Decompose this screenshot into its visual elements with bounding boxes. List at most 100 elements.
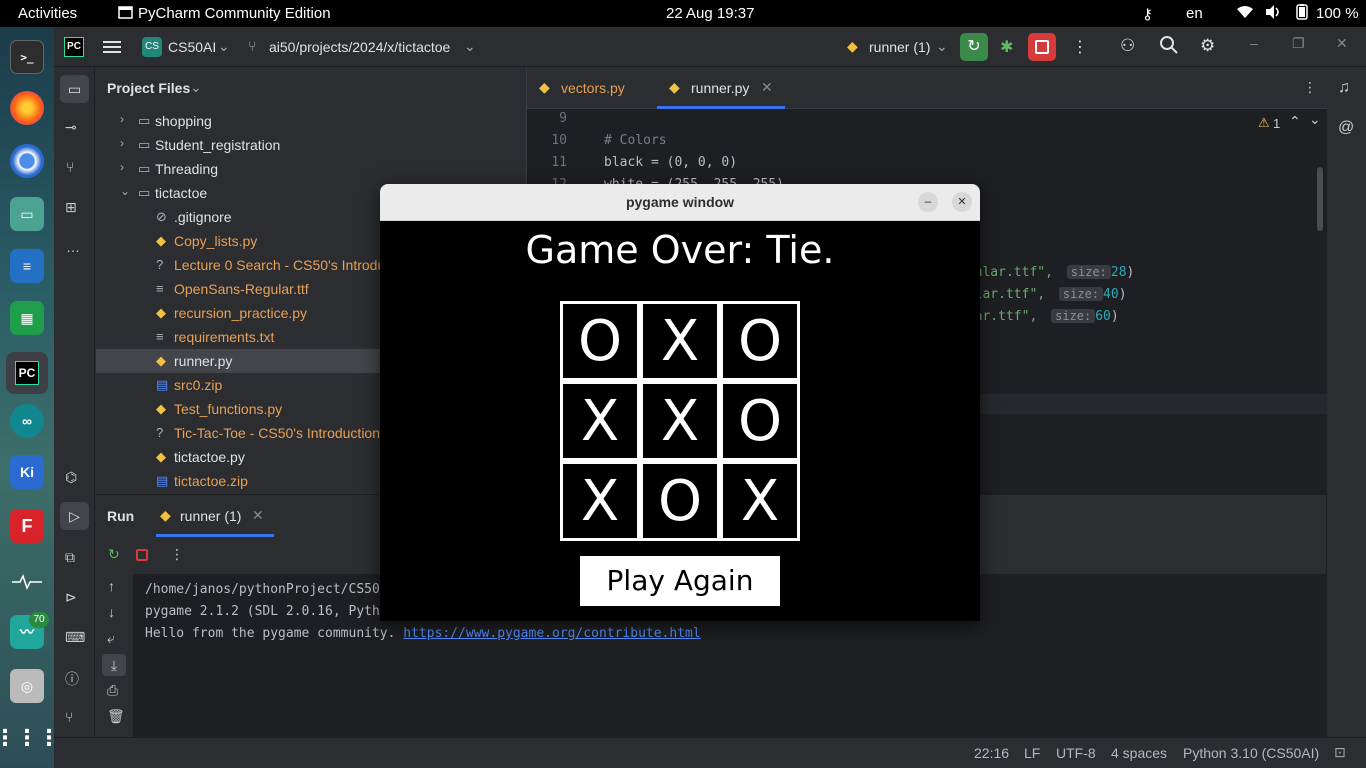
chevron-down-icon[interactable]: ⌄ [218,38,230,55]
tree-item[interactable]: › ▭ Student_registration [96,133,526,157]
scroll-to-end-icon[interactable]: ⤓ [102,654,126,676]
warning-icon[interactable]: ⚠ [1258,115,1270,131]
notifications-bell-icon[interactable]: ♫ [1338,79,1350,97]
freecad-icon[interactable]: F [10,509,44,543]
play-again-button[interactable]: Play Again [580,556,780,606]
trash-icon[interactable]: 🗑 [107,708,125,725]
board-cell[interactable]: X [640,301,720,381]
chevron-up-icon[interactable]: ⌃ [1289,113,1301,130]
firefox-icon[interactable] [10,91,44,125]
chevron-down-icon[interactable]: ⌄ [464,38,476,55]
battery-icon[interactable] [1292,4,1312,24]
disks-icon[interactable]: ◎ [10,669,44,703]
pull-requests-icon[interactable]: ⑂ [66,159,74,175]
tab-runner[interactable]: ◆ runner.py ✕ [657,67,785,109]
project-files-selector[interactable]: Project Files [107,80,190,96]
soft-wrap-icon[interactable]: ⤶ [107,630,115,647]
chevron-right-icon[interactable]: › [120,136,124,150]
chevron-down-icon[interactable]: ⌄ [1309,111,1321,128]
tree-item[interactable]: › ▭ shopping [96,109,526,133]
stop-icon[interactable] [136,549,148,561]
terminal-tool-icon[interactable]: ⌨ [65,629,85,646]
chevron-down-icon[interactable]: ⌄ [936,38,948,55]
minimize-icon[interactable]: – [918,192,938,212]
settings-gear-icon[interactable]: ⚙ [1200,36,1215,56]
add-user-icon[interactable]: ⚇ [1120,36,1135,56]
maximize-icon[interactable]: ❐ [1292,35,1305,52]
close-icon[interactable]: ✕ [252,507,264,524]
lock-icon[interactable]: ⊡ [1334,744,1346,761]
chevron-down-icon[interactable]: ⌄ [120,184,130,198]
arrow-up-icon[interactable]: ↑ [108,578,115,594]
tab-close-icon[interactable]: ✕ [761,79,773,96]
project-selector[interactable]: CS50AI [168,39,216,55]
tab-vectors[interactable]: ◆ vectors.py [539,67,657,109]
tab-options-icon[interactable]: ⋮ [1303,79,1317,96]
run-tool-icon[interactable]: ▷ [60,502,89,530]
terminal-icon[interactable]: >_ [10,40,44,74]
board-cell[interactable]: X [640,381,720,461]
contribute-link[interactable]: https://www.pygame.org/contribute.html [403,626,700,641]
editor-scrollbar[interactable] [1317,167,1323,231]
show-apps-icon[interactable]: ⋮⋮⋮ [0,721,60,755]
board-cell[interactable]: X [560,461,640,541]
services-icon[interactable]: ⊳ [65,589,77,606]
board-cell[interactable]: O [640,461,720,541]
board-cell[interactable]: O [560,301,640,381]
board-cell[interactable]: X [720,461,800,541]
problems-icon[interactable]: ⓘ [65,669,79,689]
line-separator[interactable]: LF [1024,745,1040,761]
vcs-path[interactable]: ai50/projects/2024/x/tictactoe [269,39,450,55]
project-folder-icon[interactable]: ▭ [60,75,89,103]
kicad-icon[interactable]: Ki [10,455,44,489]
board-cell[interactable]: O [720,301,800,381]
print-icon[interactable]: ⎙ [107,682,118,699]
python-interpreter[interactable]: Python 3.10 (CS50AI) [1183,745,1319,761]
activities-button[interactable]: Activities [18,5,77,22]
git-icon[interactable]: ⑂ [65,709,73,725]
tree-item[interactable]: › ▭ Threading [96,157,526,181]
python-packages-icon[interactable]: ⧉ [65,549,75,566]
accessibility-icon[interactable]: ⚷ [1142,5,1153,23]
chevron-right-icon[interactable]: › [120,112,124,126]
clock[interactable]: 22 Aug 19:37 [666,5,754,22]
minimize-icon[interactable]: – [1250,35,1258,51]
arduino-icon[interactable]: ∞ [10,404,44,438]
app-menu[interactable]: PyCharm Community Edition [118,5,331,22]
rerun-button[interactable]: ↻ [960,33,988,61]
calc-icon[interactable]: ▦ [10,301,44,335]
system-monitor-icon[interactable] [10,565,44,599]
structure-icon[interactable]: ⊞ [65,199,77,216]
file-encoding[interactable]: UTF-8 [1056,745,1096,761]
more-actions-icon[interactable]: ⋮ [1072,37,1088,57]
project-badge[interactable]: CS [142,37,162,57]
volume-icon[interactable] [1264,4,1282,24]
indent-setting[interactable]: 4 spaces [1111,745,1167,761]
writer-icon[interactable]: ≡ [10,249,44,283]
files-icon[interactable]: ▭ [10,197,44,231]
chromium-icon[interactable] [10,144,44,178]
pygame-titlebar[interactable]: pygame window – ✕ [380,184,980,221]
run-tab[interactable]: ◆ runner (1) ✕ [156,495,274,537]
board-cell[interactable]: X [560,381,640,461]
keyboard-language[interactable]: en [1186,5,1203,22]
cursor-position[interactable]: 22:16 [974,745,1009,761]
board-cell[interactable]: O [720,381,800,461]
close-icon[interactable]: ✕ [952,192,972,212]
more-tools-icon[interactable]: … [66,239,80,255]
commit-icon[interactable]: ⊸ [65,119,77,136]
chevron-right-icon[interactable]: › [120,160,124,174]
pycharm-icon[interactable]: PC [6,352,48,394]
main-menu-icon[interactable] [103,39,121,55]
wifi-icon[interactable] [1236,4,1254,24]
rerun-icon[interactable]: ↻ [108,546,120,563]
stop-button[interactable] [1028,33,1056,61]
close-icon[interactable]: ✕ [1336,35,1348,52]
more-actions-icon[interactable]: ⋮ [170,546,184,563]
search-icon[interactable] [1160,36,1178,57]
ai-assistant-icon[interactable]: @ [1338,119,1354,137]
chevron-down-icon[interactable]: ⌄ [190,79,202,96]
python-console-icon[interactable]: ⌬ [65,469,77,486]
run-config-selector[interactable]: runner (1) [869,39,930,55]
arrow-down-icon[interactable]: ↓ [108,604,115,620]
